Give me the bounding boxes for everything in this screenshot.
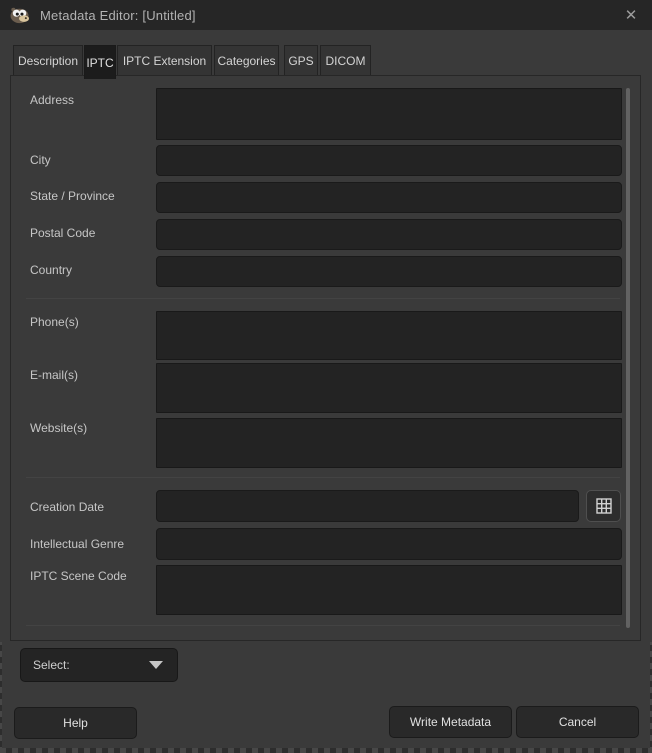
country-label: Country (30, 262, 72, 278)
postal-code-field[interactable] (156, 219, 622, 250)
separator (26, 298, 620, 299)
write-metadata-button[interactable]: Write Metadata (389, 706, 512, 738)
separator (26, 477, 620, 478)
postal-code-label: Postal Code (30, 225, 95, 241)
help-button[interactable]: Help (14, 707, 137, 739)
tab-gps[interactable]: GPS (284, 45, 318, 75)
emails-label: E-mail(s) (30, 367, 78, 383)
state-province-field[interactable] (156, 182, 622, 213)
calendar-button[interactable] (586, 490, 621, 522)
city-field[interactable] (156, 145, 622, 176)
phones-field[interactable] (156, 311, 622, 360)
calendar-grid-icon (593, 495, 615, 517)
country-field[interactable] (156, 256, 622, 287)
city-label: City (30, 152, 51, 168)
address-label: Address (30, 92, 74, 108)
tab-dicom[interactable]: DICOM (320, 45, 371, 75)
vertical-scrollbar[interactable] (626, 88, 630, 628)
websites-field[interactable] (156, 418, 622, 468)
tab-description[interactable]: Description (13, 45, 83, 75)
window-edge (0, 642, 2, 753)
close-icon[interactable]: ✕ (616, 2, 646, 28)
select-dropdown-label: Select: (33, 658, 149, 672)
cancel-button[interactable]: Cancel (516, 706, 639, 738)
iptc-scene-code-label: IPTC Scene Code (30, 568, 127, 584)
tab-categories[interactable]: Categories (214, 45, 279, 75)
phones-label: Phone(s) (30, 314, 79, 330)
tab-iptc[interactable]: IPTC (84, 45, 116, 79)
chevron-down-icon (149, 661, 163, 669)
creation-date-field[interactable] (156, 490, 579, 522)
intellectual-genre-field[interactable] (156, 528, 622, 560)
window-resize-edge[interactable] (0, 748, 652, 753)
state-province-label: State / Province (30, 188, 115, 204)
tab-iptc-extension[interactable]: IPTC Extension (117, 45, 212, 75)
separator (26, 625, 620, 626)
creation-date-label: Creation Date (30, 499, 104, 515)
address-field[interactable] (156, 88, 622, 140)
intellectual-genre-label: Intellectual Genre (30, 536, 124, 552)
websites-label: Website(s) (30, 420, 87, 436)
select-dropdown[interactable]: Select: (20, 648, 178, 682)
emails-field[interactable] (156, 363, 622, 413)
iptc-scene-code-field[interactable] (156, 565, 622, 615)
titlebar: Metadata Editor: [Untitled] ✕ (0, 0, 652, 30)
window-title: Metadata Editor: [Untitled] (40, 8, 196, 23)
metadata-editor-window: Metadata Editor: [Untitled] ✕ Descriptio… (0, 0, 652, 753)
gimp-wilber-icon (8, 5, 32, 25)
